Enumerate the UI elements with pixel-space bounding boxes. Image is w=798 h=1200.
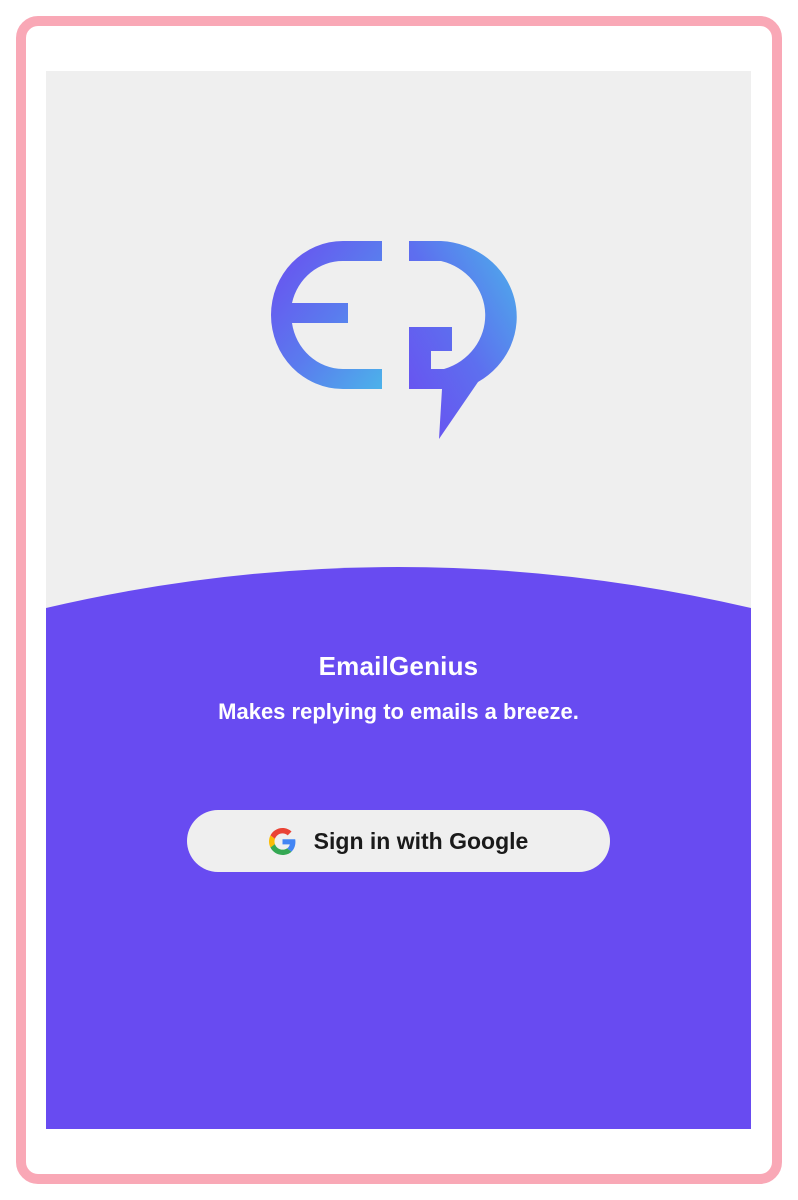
google-g-icon (268, 827, 296, 855)
app-tagline: Makes replying to emails a breeze. (218, 699, 579, 724)
login-screen: EmailGenius Makes replying to emails a b… (46, 71, 751, 1129)
app-title: EmailGenius (318, 651, 479, 681)
sign-in-with-google-button[interactable]: Sign in with Google (187, 810, 610, 872)
emailgenius-logo-icon (271, 241, 517, 439)
sign-in-button-label: Sign in with Google (313, 827, 529, 854)
